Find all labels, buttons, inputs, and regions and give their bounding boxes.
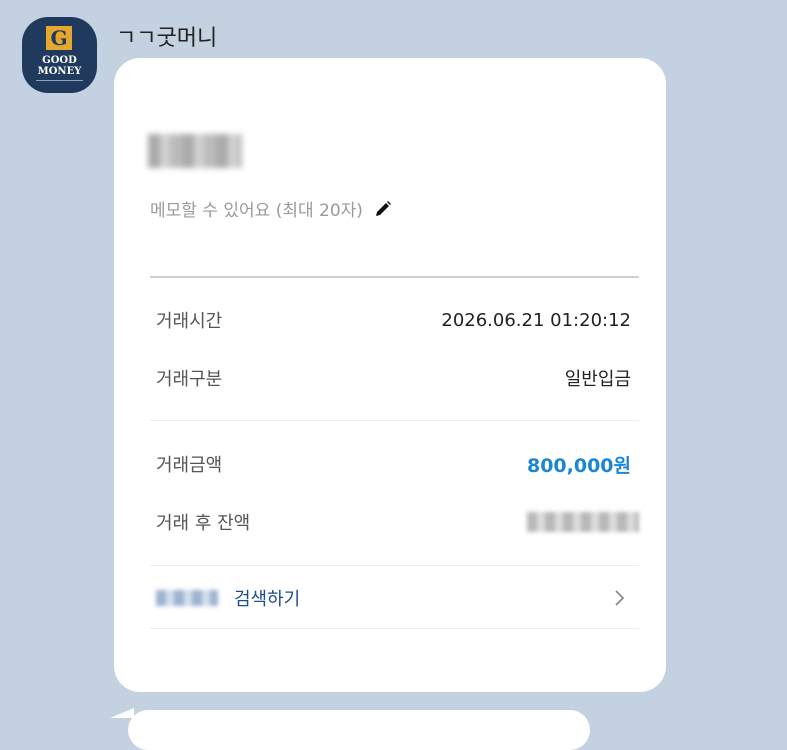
- sender-avatar[interactable]: G GOOD MONEY: [22, 17, 97, 93]
- avatar-logo-text-2: MONEY: [37, 66, 82, 77]
- redacted-search-term: [156, 590, 218, 606]
- row-transaction-time: 거래시간 2026.06.21 01:20:12: [150, 305, 639, 335]
- row-divider: [150, 565, 639, 566]
- chevron-right-icon[interactable]: [613, 588, 627, 612]
- row-label: 거래 후 잔액: [156, 513, 251, 534]
- sender-name: ㄱㄱ굿머니: [116, 26, 218, 51]
- memo-placeholder: 메모할 수 있어요 (최대 20자): [150, 201, 363, 221]
- avatar-logo-underline: [36, 80, 83, 81]
- transaction-card: 메모할 수 있어요 (최대 20자) 거래시간 2026.06.21 01:20…: [114, 58, 666, 692]
- row-label: 거래구분: [156, 369, 223, 390]
- row-label: 거래시간: [156, 311, 223, 332]
- row-value: 일반입금: [564, 369, 631, 390]
- row-divider: [150, 628, 639, 629]
- row-balance-after: 거래 후 잔액: [150, 507, 639, 537]
- next-message-tail: [110, 708, 134, 718]
- row-divider: [150, 420, 639, 421]
- amount-value: 800,000원: [526, 454, 631, 477]
- avatar-logo-text-1: GOOD: [42, 55, 77, 66]
- redacted-account-name: [148, 134, 242, 168]
- section-divider: [150, 276, 639, 278]
- memo-field[interactable]: 메모할 수 있어요 (최대 20자): [150, 196, 392, 223]
- row-value: 2026.06.21 01:20:12: [441, 309, 631, 331]
- redacted-balance: [527, 512, 639, 532]
- search-label: 검색하기: [234, 589, 301, 610]
- row-label: 거래금액: [156, 455, 223, 476]
- avatar-logo-letter: G: [46, 26, 72, 50]
- row-transaction-type: 거래구분 일반입금: [150, 363, 639, 393]
- pencil-icon[interactable]: [374, 200, 392, 223]
- search-link[interactable]: 검색하기: [150, 582, 639, 614]
- next-message-bubble[interactable]: [128, 710, 590, 750]
- row-transaction-amount: 거래금액 800,000원: [150, 449, 639, 479]
